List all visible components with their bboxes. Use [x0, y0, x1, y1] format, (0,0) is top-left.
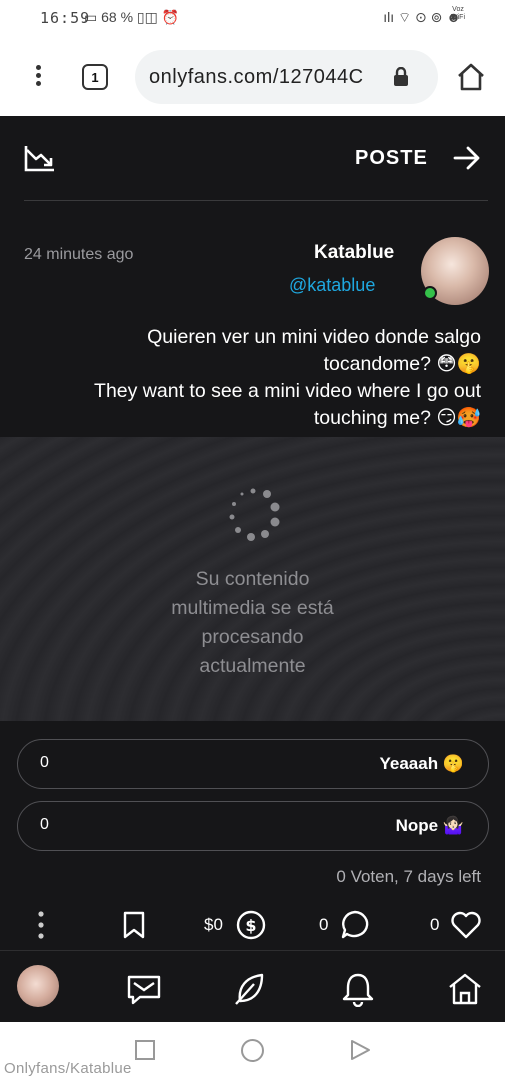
poll-option-count: 0	[40, 816, 49, 833]
voz-wifi-label: Voz WiFi	[451, 6, 465, 21]
url-text: onlyfans.com/127044C	[149, 66, 364, 88]
status-icons-left: ▭ 68 % ▯◫ ⏰	[84, 9, 180, 25]
back-triangle-icon[interactable]	[348, 1038, 372, 1062]
poll-option-yes[interactable]: Yeaaah 🤫 0	[17, 739, 489, 789]
media-placeholder: Su contenido multimedia se está procesan…	[0, 437, 505, 721]
app-content: POSTE Katablue @katablue 24 minutes ago …	[0, 116, 505, 1022]
media-message-line: multimedia se está	[171, 597, 334, 619]
header-divider	[24, 200, 488, 201]
status-time: 16:59	[40, 9, 91, 27]
home-circle-icon[interactable]	[240, 1038, 265, 1063]
message-icon[interactable]	[126, 971, 162, 1007]
post-text-line: tocandome? 😳🤫	[323, 353, 481, 375]
bell-icon[interactable]	[340, 971, 376, 1007]
watermark-text: Onlyfans/Katablue	[4, 1060, 132, 1077]
browser-toolbar: 1 onlyfans.com/127044C	[0, 38, 505, 116]
post-text: Quieren ver un mini video donde salgo to…	[11, 324, 481, 432]
page-title: POSTE	[355, 147, 428, 169]
post-text-line: Quieren ver un mini video donde salgo	[147, 326, 481, 348]
media-message-line: actualmente	[199, 655, 306, 677]
online-status-dot	[423, 286, 437, 300]
more-options-icon[interactable]	[32, 908, 50, 942]
back-arrow-icon[interactable]	[453, 146, 481, 170]
poll-option-count: 0	[40, 754, 49, 771]
poll-option-label: Yeaaah 🤫	[379, 754, 465, 773]
comments-count: 0	[319, 915, 329, 934]
poll-option-label: Nope 🤷🏻‍♀️	[395, 816, 464, 835]
poll-summary: 0 Voten, 7 days left	[336, 867, 481, 886]
author-handle[interactable]: @katablue	[289, 275, 375, 296]
comment-icon[interactable]	[339, 908, 371, 942]
lock-icon	[394, 67, 408, 86]
address-bar[interactable]: onlyfans.com/127044C	[135, 50, 438, 104]
status-bar: 16:59 ▭ 68 % ▯◫ ⏰ ılı ⌔ ⊙ ⊚ ☻ Voz WiFi	[0, 0, 505, 38]
feather-icon[interactable]	[232, 971, 268, 1007]
poll-option-no[interactable]: Nope 🤷🏻‍♀️ 0	[17, 801, 489, 851]
system-navigation-bar: Onlyfans/Katablue	[0, 1022, 505, 1080]
media-message-line: procesando	[201, 626, 304, 648]
tab-switcher-button[interactable]: 1	[82, 64, 108, 90]
tip-dollar-icon[interactable]: $	[235, 908, 267, 942]
post-text-line: They want to see a mini video where I go…	[94, 380, 481, 402]
recents-square-icon[interactable]	[134, 1039, 156, 1061]
browser-home-icon[interactable]	[456, 62, 486, 92]
post-header: POSTE	[0, 116, 505, 200]
tips-amount: $0	[204, 915, 223, 934]
profile-avatar[interactable]	[17, 965, 59, 1007]
heart-icon[interactable]	[449, 908, 483, 942]
media-processing-message: Su contenido multimedia se está procesan…	[100, 565, 405, 681]
post-text-line: touching me? 😏🥵	[313, 407, 481, 429]
author-name[interactable]: Katablue	[314, 242, 394, 264]
stats-icon[interactable]	[24, 144, 56, 172]
media-message-line: Su contenido	[195, 568, 310, 590]
svg-text:$: $	[245, 916, 256, 935]
bottom-navigation	[0, 950, 505, 1022]
loading-spinner-icon	[229, 488, 280, 541]
likes-count: 0	[430, 915, 440, 934]
bookmark-icon[interactable]	[121, 908, 147, 942]
browser-menu-icon[interactable]	[28, 62, 48, 92]
post-timestamp: 24 minutes ago	[24, 246, 134, 263]
home-icon[interactable]	[447, 971, 483, 1007]
